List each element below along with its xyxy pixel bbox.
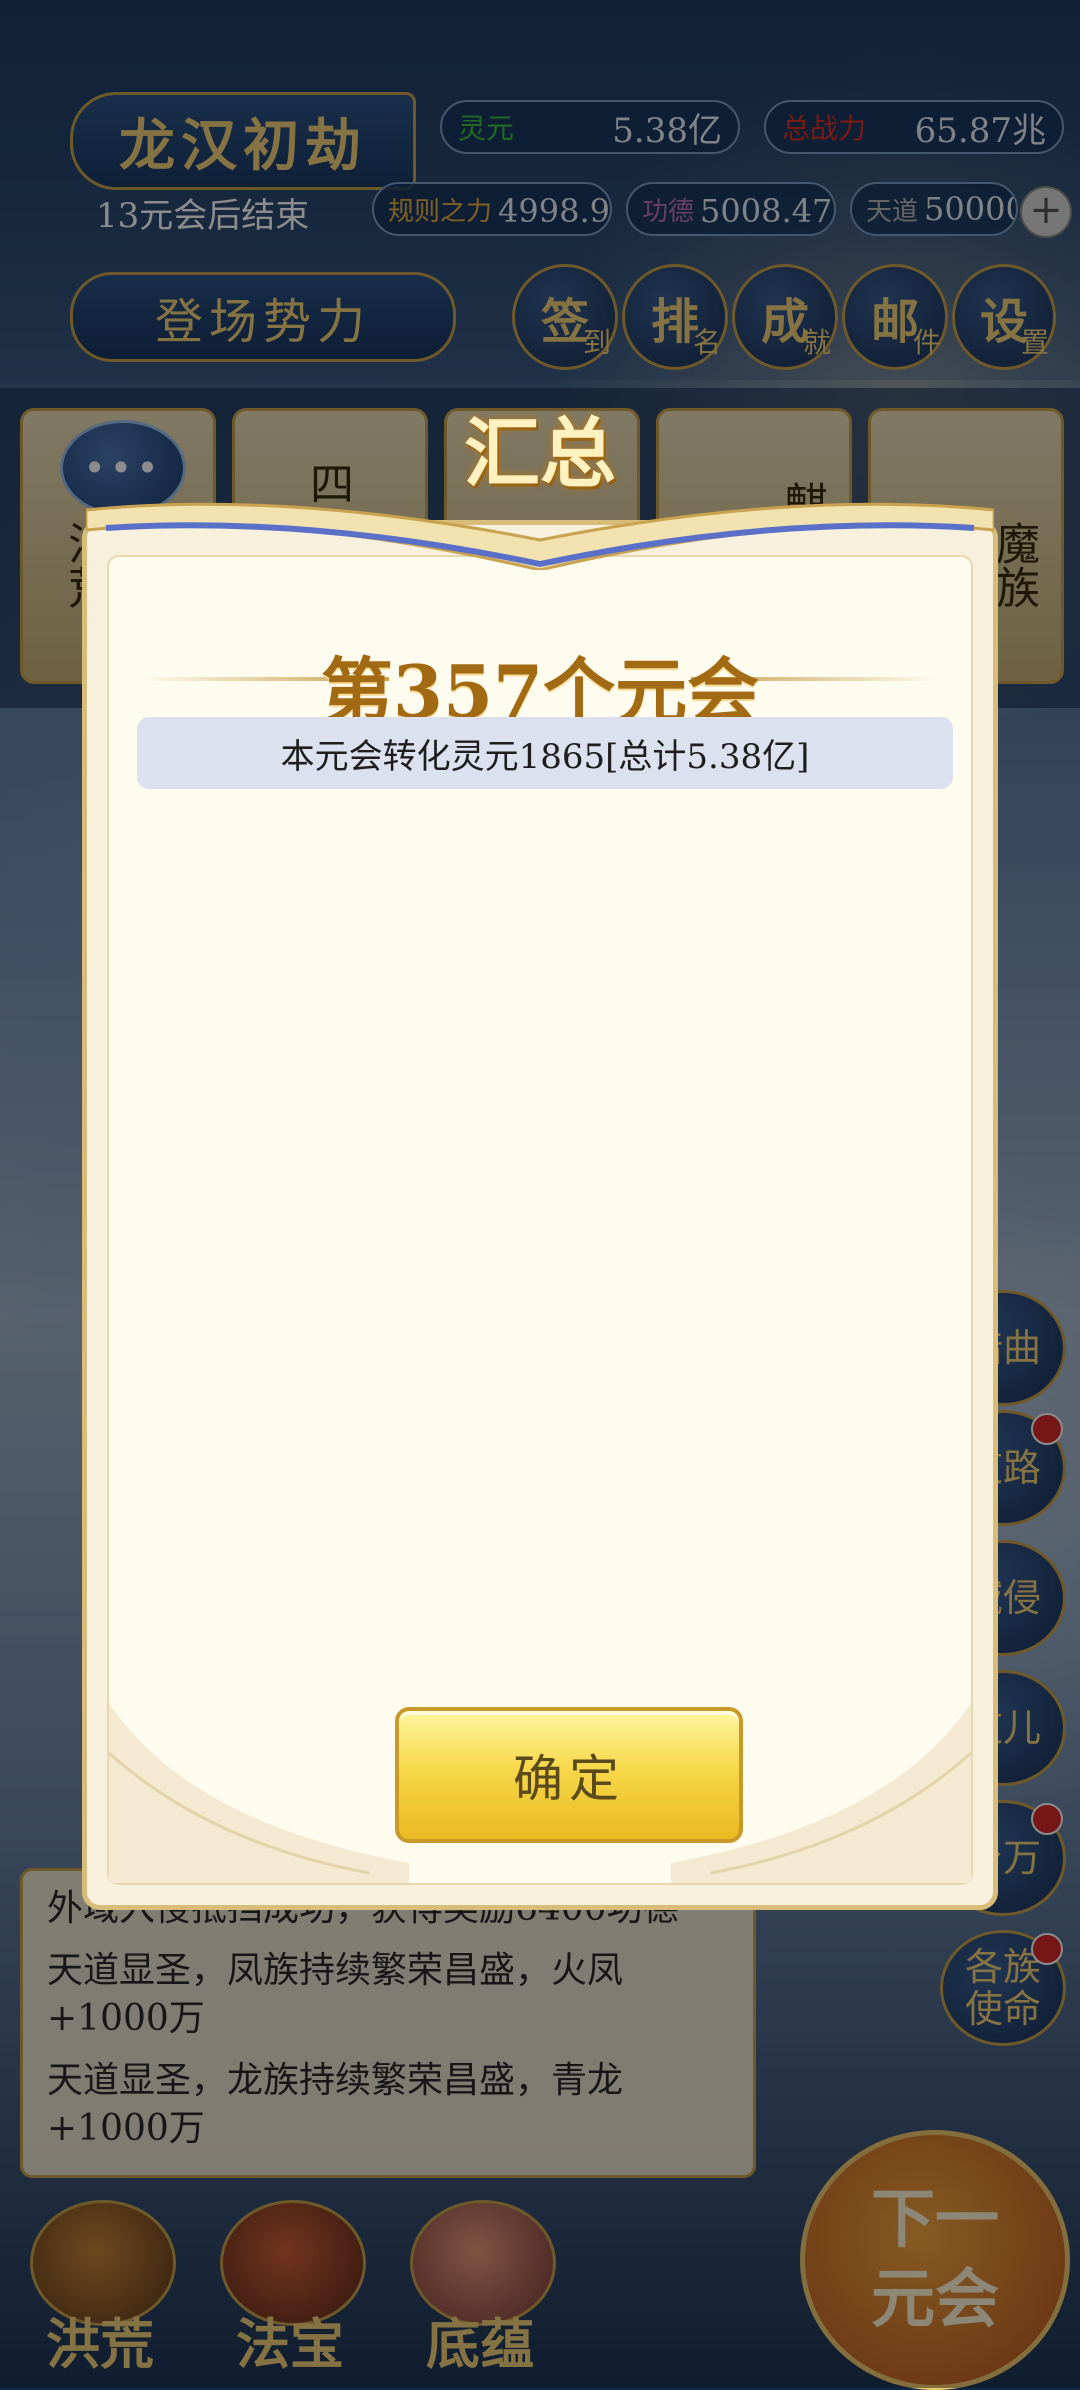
modal-title: 汇总 [464,409,616,498]
summary-text: 本元会转化灵元1865[总计5.38亿] [280,736,810,777]
summary-dialog: 第357个元会 本元会转化灵元1865[总计5.38亿] 确定 [82,520,998,1910]
summary-row: 本元会转化灵元1865[总计5.38亿] [137,717,953,789]
confirm-button[interactable]: 确定 [395,1707,743,1843]
confirm-label: 确定 [513,1750,625,1808]
dialog-panel: 第357个元会 本元会转化灵元1865[总计5.38亿] 确定 [107,555,973,1885]
cloud-decoration-left [109,1703,409,1883]
